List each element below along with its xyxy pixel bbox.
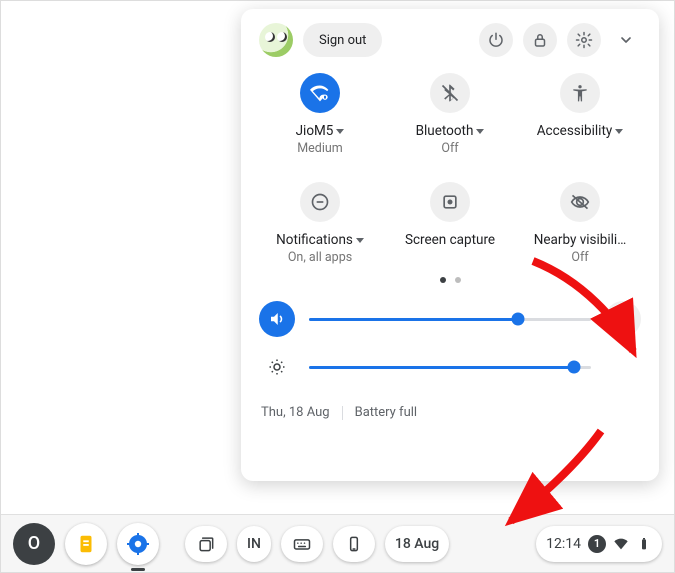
notifications-label-row[interactable]: Notifications [276, 232, 364, 248]
notifications-sublabel: On, all apps [288, 250, 352, 265]
screen-capture-icon [440, 192, 460, 212]
audio-settings-arrow[interactable] [605, 301, 641, 337]
page-dot-1 [440, 277, 446, 283]
holding-space-icon [196, 534, 216, 554]
shelf-phone-hub[interactable] [333, 526, 375, 562]
notifications-label: Notifications [276, 232, 353, 248]
power-icon [487, 31, 505, 49]
page-dot-2 [455, 277, 461, 283]
sign-out-label: Sign out [319, 33, 366, 48]
power-button[interactable] [479, 23, 513, 57]
bluetooth-tile: Bluetooth Off [389, 73, 511, 156]
accessibility-toggle[interactable] [560, 73, 600, 113]
nearby-toggle[interactable] [560, 182, 600, 222]
calendar-date: 18 Aug [395, 536, 439, 552]
footer-date: Thu, 18 Aug [261, 405, 330, 420]
notification-count: 1 [594, 537, 600, 550]
bluetooth-sublabel: Off [441, 141, 458, 156]
app-docs[interactable] [65, 523, 107, 565]
docs-icon [75, 533, 97, 555]
status-tray[interactable]: 12:14 1 [536, 526, 662, 562]
shelf-ime[interactable]: IN [237, 526, 271, 562]
bluetooth-label-row[interactable]: Bluetooth [416, 123, 485, 139]
sliders-section [241, 289, 659, 391]
dropdown-icon [476, 129, 484, 134]
lock-button[interactable] [523, 23, 557, 57]
quick-settings-panel: Sign out JioM5 Medium Bluetooth Off Acce… [241, 9, 659, 481]
user-avatar[interactable] [259, 23, 293, 57]
keyboard-icon [292, 534, 312, 554]
launcher-letter: O [28, 533, 40, 554]
screencap-tile: Screen capture [389, 182, 511, 265]
volume-icon-button[interactable] [259, 301, 295, 337]
dropdown-icon [615, 129, 623, 134]
notification-badge: 1 [588, 535, 606, 553]
panel-footer: Thu, 18 Aug Battery full [241, 391, 659, 420]
nearby-sublabel: Off [571, 250, 588, 265]
bluetooth-toggle[interactable] [430, 73, 470, 113]
accessibility-icon [570, 83, 590, 103]
bluetooth-off-icon [440, 83, 460, 103]
brightness-slider[interactable] [309, 366, 591, 369]
lock-icon [531, 31, 549, 49]
brightness-icon-button[interactable] [259, 349, 295, 385]
dnd-icon [310, 192, 330, 212]
volume-fill [309, 318, 518, 321]
quick-tiles-grid: JioM5 Medium Bluetooth Off Accessibility… [241, 65, 659, 265]
brightness-row [259, 343, 641, 391]
battery-status-icon [636, 536, 652, 552]
accessibility-tile: Accessibility [519, 73, 641, 156]
shelf: O IN 18 Aug 12:14 1 [1, 514, 674, 572]
nearby-tile: Nearby visibili… Off [519, 182, 641, 265]
wifi-status-icon [613, 536, 629, 552]
launcher-button[interactable]: O [13, 523, 55, 565]
page-indicator[interactable] [241, 265, 659, 289]
shelf-virtual-keyboard[interactable] [281, 526, 323, 562]
notifications-tile: Notifications On, all apps [259, 182, 381, 265]
nearby-label-row[interactable]: Nearby visibili… [534, 232, 626, 248]
dropdown-icon [336, 129, 344, 134]
wifi-label: JioM5 [296, 123, 334, 139]
chevron-right-icon [615, 311, 631, 327]
volume-thumb [511, 313, 524, 326]
screencap-button[interactable] [430, 182, 470, 222]
screencap-label: Screen capture [405, 232, 495, 249]
volume-slider[interactable] [309, 318, 591, 321]
nearby-label: Nearby visibili… [534, 232, 626, 248]
accessibility-label-row[interactable]: Accessibility [537, 123, 624, 139]
wifi-tile: JioM5 Medium [259, 73, 381, 156]
volume-icon [268, 310, 286, 328]
brightness-icon [268, 358, 286, 376]
footer-divider [342, 406, 343, 420]
brightness-fill [309, 366, 574, 369]
shelf-holding-space[interactable] [185, 526, 227, 562]
wifi-sublabel: Medium [297, 141, 342, 156]
wifi-label-row[interactable]: JioM5 [296, 123, 345, 139]
footer-battery: Battery full [355, 405, 417, 420]
brightness-thumb [568, 361, 581, 374]
accessibility-label: Accessibility [537, 123, 613, 139]
settings-button[interactable] [567, 23, 601, 57]
wifi-toggle[interactable] [300, 73, 340, 113]
ime-label: IN [247, 536, 261, 552]
settings-app-icon [126, 532, 150, 556]
wifi-icon [310, 83, 330, 103]
dropdown-icon [356, 238, 364, 243]
phone-icon [344, 534, 364, 554]
chevron-down-icon [618, 32, 634, 48]
notifications-toggle[interactable] [300, 182, 340, 222]
app-settings[interactable] [117, 523, 159, 565]
status-time: 12:14 [546, 536, 581, 552]
sign-out-button[interactable]: Sign out [303, 23, 382, 57]
visibility-off-icon [570, 192, 590, 212]
collapse-button[interactable] [611, 25, 641, 55]
gear-icon [575, 31, 593, 49]
panel-header: Sign out [241, 23, 659, 65]
shelf-calendar[interactable]: 18 Aug [385, 526, 449, 562]
bluetooth-label: Bluetooth [416, 123, 474, 139]
volume-row [259, 295, 641, 343]
screencap-label-row[interactable]: Screen capture [405, 232, 495, 249]
